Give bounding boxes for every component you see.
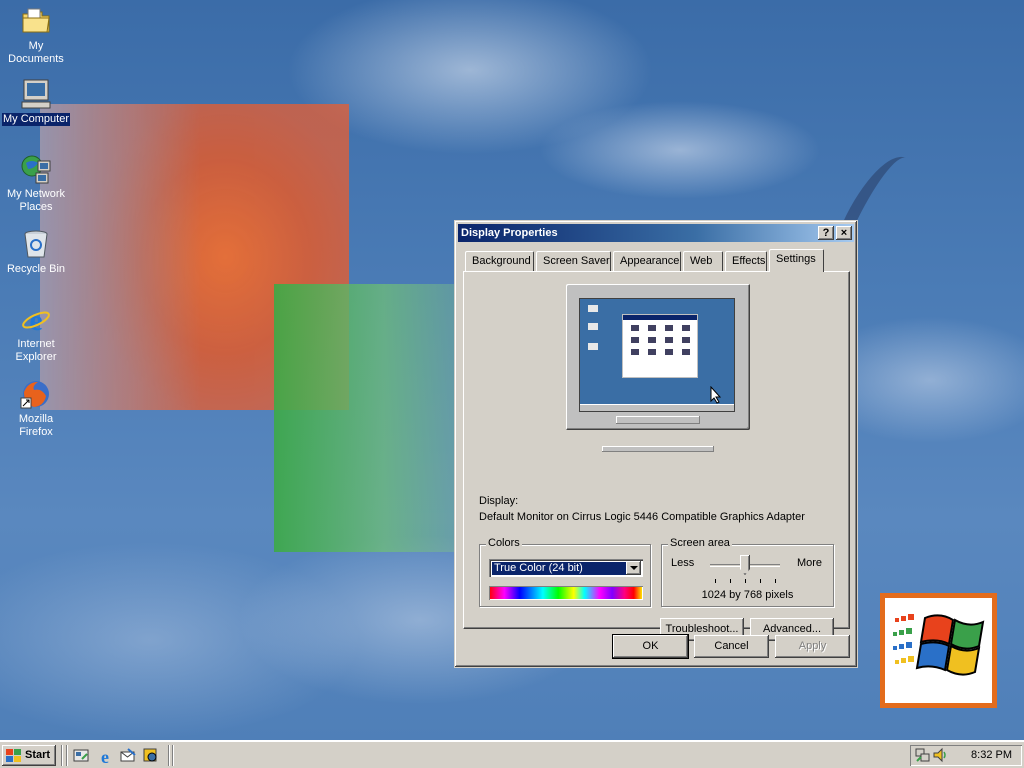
more-label: More: [796, 557, 822, 569]
taskbar: Start e 8:32 PM: [0, 740, 1024, 768]
windows-flag-icon: [6, 749, 21, 762]
windows-logo: [880, 593, 997, 708]
tab-web[interactable]: Web: [683, 251, 723, 271]
network-icon: [20, 153, 52, 185]
desktop-icon-mozilla-firefox[interactable]: Mozilla Firefox: [0, 378, 72, 439]
firefox-icon: [20, 378, 52, 410]
windows-media-icon[interactable]: [142, 747, 160, 765]
ok-button[interactable]: OK: [612, 634, 689, 659]
cancel-button[interactable]: Cancel: [694, 635, 769, 658]
show-desktop-icon[interactable]: [72, 747, 90, 765]
taskbar-separator: [61, 745, 63, 766]
screen-area-group-title: Screen area: [668, 537, 732, 549]
color-spectrum-bar: [489, 586, 643, 600]
colors-dropdown-value: True Color (24 bit): [492, 562, 626, 575]
help-button[interactable]: ?: [818, 226, 834, 240]
monitor-base: [602, 446, 714, 452]
desktop-icon-my-computer[interactable]: My Computer: [0, 78, 72, 126]
resolution-label: 1024 by 768 pixels: [701, 589, 794, 601]
chevron-down-icon[interactable]: [626, 561, 641, 575]
display-adapter-value: Default Monitor on Cirrus Logic 5446 Com…: [479, 511, 805, 523]
screen-area-group: Screen area Less More 1024 by 768 pixels: [661, 537, 834, 607]
tab-screen-saver[interactable]: Screen Saver: [536, 251, 611, 271]
less-label: Less: [671, 557, 695, 569]
mouse-cursor-icon: [710, 386, 722, 404]
taskbar-separator: [66, 745, 68, 766]
settings-panel: Display: Default Monitor on Cirrus Logic…: [463, 271, 850, 641]
desktop-icon-internet-explorer[interactable]: e Internet Explorer: [0, 303, 72, 364]
tab-background[interactable]: Background: [465, 251, 534, 271]
monitor-preview: [566, 284, 750, 430]
desktop-icon-label: My Network Places: [6, 188, 66, 213]
desktop-icon-label: Internet Explorer: [15, 338, 57, 363]
colors-dropdown[interactable]: True Color (24 bit): [489, 559, 643, 577]
close-button[interactable]: ×: [836, 226, 852, 240]
taskbar-separator: [172, 745, 174, 766]
screen-area-slider-thumb[interactable]: [740, 555, 750, 575]
internet-explorer-icon[interactable]: e: [96, 747, 114, 767]
tab-appearance[interactable]: Appearance: [613, 251, 681, 271]
display-properties-dialog: Display Properties ? × Background Screen…: [454, 220, 858, 668]
desktop-icon-recycle-bin[interactable]: Recycle Bin: [0, 228, 72, 276]
outlook-express-icon[interactable]: [119, 747, 137, 765]
desktop-icon-my-documents[interactable]: My Documents: [0, 5, 72, 66]
clock[interactable]: 8:32 PM: [971, 749, 1012, 761]
tab-effects[interactable]: Effects: [725, 251, 767, 271]
desktop-icon-label: Mozilla Firefox: [18, 413, 54, 438]
network-tray-icon[interactable]: [915, 747, 931, 766]
svg-text:e: e: [101, 747, 109, 765]
internet-explorer-icon: e: [20, 303, 52, 337]
start-label: Start: [25, 749, 51, 761]
start-button[interactable]: Start: [2, 745, 56, 766]
apply-button[interactable]: Apply: [775, 635, 850, 658]
volume-tray-icon[interactable]: [932, 747, 948, 766]
desktop-icon-label: Recycle Bin: [6, 263, 66, 275]
desktop-icon-label: My Documents: [8, 40, 64, 65]
taskbar-separator: [168, 745, 170, 766]
dialog-title-bar[interactable]: Display Properties ? ×: [458, 224, 854, 242]
colors-group-title: Colors: [486, 537, 522, 549]
tab-settings[interactable]: Settings: [769, 249, 824, 272]
colors-group: Colors True Color (24 bit): [479, 537, 651, 607]
folder-icon: [20, 5, 52, 37]
dialog-title: Display Properties: [461, 227, 558, 239]
desktop-icon-label: My Computer: [1, 113, 71, 126]
wallpaper-green-square: [274, 284, 474, 552]
computer-icon: [20, 78, 52, 110]
recycle-bin-icon: [20, 228, 52, 260]
system-tray: 8:32 PM: [910, 745, 1022, 766]
svg-text:e: e: [29, 304, 42, 335]
display-label: Display:: [479, 495, 519, 507]
desktop-icon-my-network-places[interactable]: My Network Places: [0, 153, 72, 214]
monitor-screen: [579, 298, 735, 412]
